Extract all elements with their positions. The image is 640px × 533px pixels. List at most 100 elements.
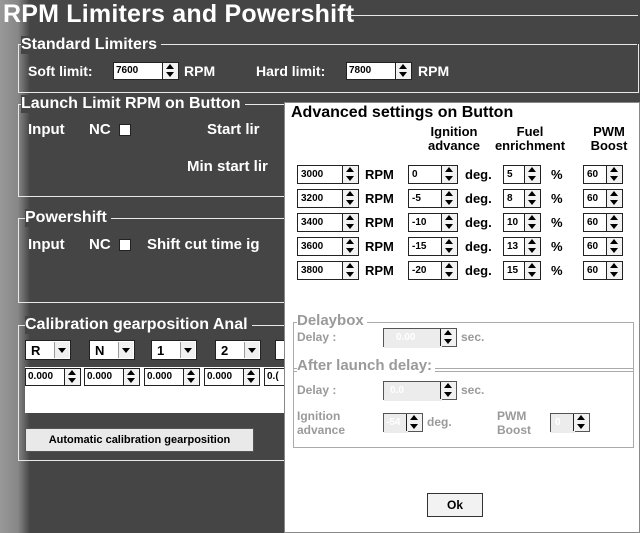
spinner-arrows-icon[interactable] bbox=[243, 369, 259, 385]
spinner-arrows-icon[interactable] bbox=[524, 262, 540, 279]
pwm-spinner-3-value: 60 bbox=[587, 241, 599, 252]
powershift-nc-checkbox[interactable] bbox=[119, 239, 131, 251]
spinner-arrows-icon[interactable] bbox=[123, 369, 139, 385]
delaybox-delay-spinner[interactable]: 0.00 bbox=[383, 328, 457, 348]
pwm-spinner-3[interactable]: 60 bbox=[583, 237, 623, 256]
spinner-arrows-icon[interactable] bbox=[441, 238, 457, 255]
spinner-arrows-icon[interactable] bbox=[342, 262, 358, 279]
fuel-spinner-4-value: 15 bbox=[507, 265, 519, 276]
chevron-down-icon[interactable] bbox=[244, 342, 259, 358]
spinner-arrows-icon[interactable] bbox=[395, 63, 411, 79]
spinner-arrows-icon[interactable] bbox=[406, 414, 422, 431]
chevron-down-icon[interactable] bbox=[118, 342, 133, 358]
spinner-arrows-icon[interactable] bbox=[606, 214, 622, 231]
rpm-spinner-0[interactable]: 3000 bbox=[297, 165, 359, 184]
after-launch-pwm-spinner[interactable]: 0 bbox=[550, 413, 590, 433]
spinner-arrows-icon[interactable] bbox=[440, 329, 456, 346]
spinner-arrows-icon[interactable] bbox=[573, 414, 589, 431]
soft-limit-label: Soft limit: bbox=[28, 63, 93, 79]
pct-unit-3: % bbox=[551, 239, 563, 254]
spinner-arrows-icon[interactable] bbox=[440, 382, 456, 399]
launch-nc-checkbox[interactable] bbox=[119, 124, 131, 136]
calibration-spinner-n[interactable]: 0.000 bbox=[84, 368, 140, 386]
soft-limit-value: 7600 bbox=[116, 65, 139, 76]
gear-select-2[interactable]: 2 bbox=[215, 340, 261, 360]
spinner-arrows-icon[interactable] bbox=[342, 190, 358, 207]
spinner-arrows-icon[interactable] bbox=[606, 190, 622, 207]
spinner-arrows-icon[interactable] bbox=[441, 214, 457, 231]
powershift-group bbox=[18, 218, 286, 303]
fuel-spinner-0[interactable]: 5 bbox=[503, 165, 541, 184]
spinner-arrows-icon[interactable] bbox=[162, 63, 178, 79]
automatic-calibration-button[interactable]: Automatic calibration gearposition bbox=[25, 428, 254, 452]
spinner-arrows-icon[interactable] bbox=[606, 238, 622, 255]
pwm-spinner-2[interactable]: 60 bbox=[583, 213, 623, 232]
fuel-spinner-1[interactable]: 8 bbox=[503, 189, 541, 208]
fuel-spinner-2[interactable]: 10 bbox=[503, 213, 541, 232]
spinner-arrows-icon[interactable] bbox=[342, 214, 358, 231]
after-launch-sec-unit: sec. bbox=[461, 383, 485, 397]
ignition-header: Ignition advance bbox=[427, 124, 481, 153]
soft-limit-unit: RPM bbox=[184, 63, 216, 79]
pct-unit-4: % bbox=[551, 263, 563, 278]
spinner-arrows-icon[interactable] bbox=[342, 238, 358, 255]
ignition-spinner-2[interactable]: -10 bbox=[408, 213, 458, 232]
spinner-arrows-icon[interactable] bbox=[342, 166, 358, 183]
rpm-spinner-1[interactable]: 3200 bbox=[297, 189, 359, 208]
ignition-spinner-0-value: 0 bbox=[412, 169, 418, 180]
after-launch-ignition-spinner[interactable]: -54 bbox=[383, 413, 423, 433]
calibration-spinner-3[interactable]: 0.( bbox=[264, 368, 284, 386]
launch-group bbox=[18, 104, 286, 197]
spinner-arrows-icon[interactable] bbox=[606, 166, 622, 183]
hard-limit-spinner[interactable]: 7800 bbox=[346, 62, 412, 80]
hard-limit-value: 7800 bbox=[349, 65, 372, 76]
calibration-spinner-1[interactable]: 0.000 bbox=[144, 368, 200, 386]
calibration-spinner-r[interactable]: 0.000 bbox=[25, 368, 81, 386]
gear-select-n[interactable]: N bbox=[89, 340, 135, 360]
spinner-arrows-icon[interactable] bbox=[441, 190, 457, 207]
gear-select-r[interactable]: R bbox=[25, 340, 71, 360]
ignition-spinner-4[interactable]: -20 bbox=[408, 261, 458, 280]
spinner-arrows-icon[interactable] bbox=[606, 262, 622, 279]
spinner-arrows-icon[interactable] bbox=[441, 262, 457, 279]
ignition-spinner-1-value: -5 bbox=[412, 193, 421, 204]
spinner-arrows-icon[interactable] bbox=[524, 190, 540, 207]
ignition-spinner-0[interactable]: 0 bbox=[408, 165, 458, 184]
chevron-down-icon[interactable] bbox=[180, 342, 195, 358]
pwm-spinner-1[interactable]: 60 bbox=[583, 189, 623, 208]
rpm-spinner-2[interactable]: 3400 bbox=[297, 213, 359, 232]
fuel-spinner-4[interactable]: 15 bbox=[503, 261, 541, 280]
deg-unit-0: deg. bbox=[465, 167, 492, 182]
fuel-spinner-2-value: 10 bbox=[507, 217, 519, 228]
powershift-input-label: Input bbox=[28, 236, 65, 253]
ignition-spinner-1[interactable]: -5 bbox=[408, 189, 458, 208]
pwm-spinner-0-value: 60 bbox=[587, 169, 599, 180]
fuel-spinner-1-value: 8 bbox=[507, 193, 513, 204]
spinner-arrows-icon[interactable] bbox=[524, 166, 540, 183]
gear-select-1[interactable]: 1 bbox=[151, 340, 197, 360]
ok-button[interactable]: Ok bbox=[427, 493, 483, 517]
fuel-spinner-3[interactable]: 13 bbox=[503, 237, 541, 256]
spinner-arrows-icon[interactable] bbox=[441, 166, 457, 183]
after-launch-delay-label: Delay : bbox=[297, 383, 337, 397]
rpm-spinner-4[interactable]: 3800 bbox=[297, 261, 359, 280]
gear-select-3[interactable] bbox=[275, 340, 284, 360]
pwm-spinner-0[interactable]: 60 bbox=[583, 165, 623, 184]
soft-limit-spinner[interactable]: 7600 bbox=[113, 62, 179, 80]
spinner-arrows-icon[interactable] bbox=[183, 369, 199, 385]
ignition-spinner-3[interactable]: -15 bbox=[408, 237, 458, 256]
calibration-spinner-2[interactable]: 0.000 bbox=[204, 368, 260, 386]
rpm-spinner-3[interactable]: 3600 bbox=[297, 237, 359, 256]
spinner-arrows-icon[interactable] bbox=[64, 369, 80, 385]
after-launch-pwm-label: PWM Boost bbox=[497, 409, 531, 437]
launch-min-start-label: Min start lir bbox=[187, 158, 268, 175]
chevron-down-icon[interactable] bbox=[54, 342, 69, 358]
after-launch-title: After launch delay: bbox=[297, 357, 436, 374]
after-launch-delay-spinner[interactable]: 0.0 bbox=[383, 381, 457, 401]
spinner-arrows-icon[interactable] bbox=[524, 238, 540, 255]
spinner-arrows-icon[interactable] bbox=[524, 214, 540, 231]
rpm-spinner-2-value: 3400 bbox=[301, 217, 324, 228]
pwm-spinner-2-value: 60 bbox=[587, 217, 599, 228]
powershift-nc-label: NC bbox=[89, 236, 111, 253]
pwm-spinner-4[interactable]: 60 bbox=[583, 261, 623, 280]
